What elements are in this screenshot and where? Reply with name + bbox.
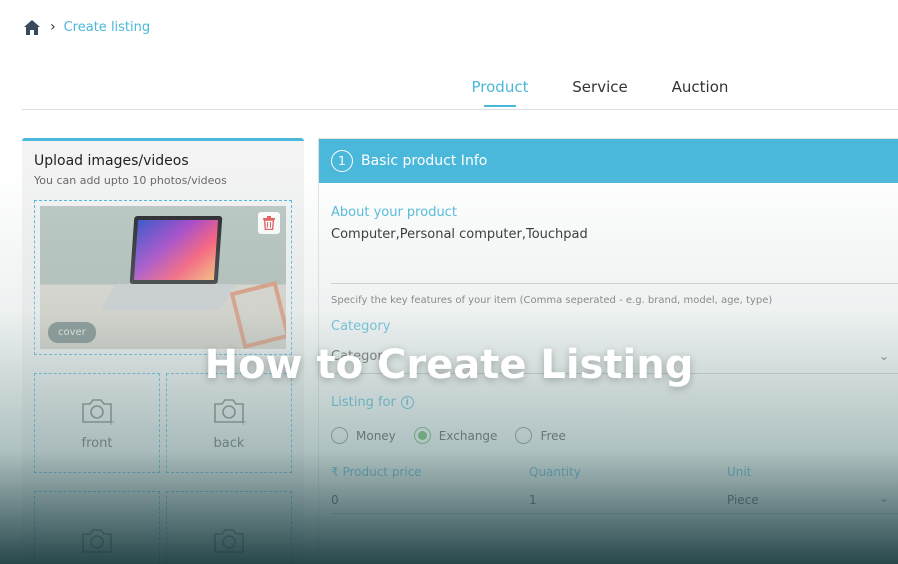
step-number: 1 [331,150,353,172]
tabs-divider [22,109,898,110]
quantity-input[interactable]: 1 [529,493,537,507]
radio-exchange[interactable]: Exchange [413,427,498,444]
camera-icon [82,529,112,553]
listing-for-label: Listing for i [331,395,414,410]
radio-indicator [515,427,533,444]
home-icon[interactable] [22,17,42,37]
camera-icon: + [214,398,247,426]
tab-auction[interactable]: Auction [650,70,750,106]
radio-free[interactable]: Free [515,427,566,444]
basic-info-header[interactable]: 1 Basic product Info [319,139,898,183]
price-row-underline [331,513,898,514]
tab-product[interactable]: Product [450,70,550,107]
cover-image: cover [40,206,286,349]
chevron-down-icon[interactable]: ⌄ [879,491,889,505]
cover-image-slot[interactable]: cover [34,200,292,355]
price-label: ₹ Product price [331,465,422,479]
price-input[interactable]: 0 [331,493,339,507]
radio-label: Exchange [438,428,498,443]
camera-icon [214,529,244,553]
breadcrumb: › Create listing [22,16,150,38]
radio-label: Free [540,428,566,443]
tab-service[interactable]: Service [550,70,650,106]
about-hint: Specify the key features of your item (C… [331,295,773,306]
basic-info-title: Basic product Info [361,153,488,169]
basic-info-panel: 1 Basic product Info About your product … [318,138,898,564]
photo-frame [229,281,286,349]
upload-title: Upload images/videos [34,153,189,169]
quantity-label: Quantity [529,465,581,479]
laptop-base [100,284,236,310]
svg-text:+: + [239,417,247,426]
svg-text:+: + [107,417,115,426]
about-underline [331,283,898,284]
about-label: About your product [331,205,457,220]
category-select[interactable]: Category [331,349,390,364]
laptop-image [129,216,223,284]
photo-slot-back[interactable]: + back [166,373,292,473]
radio-indicator [331,427,348,444]
listing-type-tabs: Product Service Auction [450,70,750,107]
listing-for-text: Listing for [331,395,396,410]
photo-slot-label: front [81,435,113,451]
category-underline [331,373,898,374]
about-input[interactable]: Computer,Personal computer,Touchpad [331,227,588,242]
unit-select[interactable]: Piece [727,493,759,507]
trash-icon[interactable] [258,212,280,234]
category-label: Category [331,319,391,334]
photo-slot-label: back [213,435,245,451]
photo-slot-extra-1[interactable] [34,491,160,564]
photo-slot-extra-2[interactable] [166,491,292,564]
upload-subtitle: You can add upto 10 photos/videos [34,174,227,187]
radio-money[interactable]: Money [331,427,396,444]
unit-label: Unit [727,465,752,479]
chevron-down-icon[interactable]: ⌄ [879,349,889,363]
photo-slot-front[interactable]: + front [34,373,160,473]
info-icon[interactable]: i [400,396,414,409]
cover-badge: cover [48,322,96,343]
upload-panel: Upload images/videos You can add upto 10… [22,138,304,564]
listing-for-options: Money Exchange Free [331,427,566,444]
radio-label: Money [356,428,396,443]
chevron-right-icon: › [50,19,56,35]
radio-indicator-selected [413,427,431,444]
breadcrumb-current[interactable]: Create listing [64,20,151,35]
camera-icon: + [82,398,115,426]
